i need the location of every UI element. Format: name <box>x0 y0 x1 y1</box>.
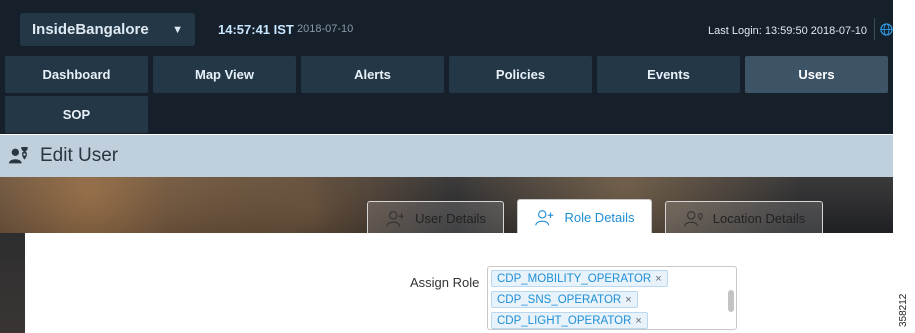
caret-down-icon: ▼ <box>172 23 183 36</box>
role-chip: CDP_LIGHT_OPERATOR × <box>491 312 648 329</box>
subtab-user-details[interactable]: User Details <box>367 201 504 235</box>
tab-map-view[interactable]: Map View <box>153 56 296 93</box>
tab-users[interactable]: Users <box>745 56 888 93</box>
divider <box>874 18 875 40</box>
role-chip-label: CDP_LIGHT_OPERATOR <box>497 314 632 327</box>
location-label: InsideBangalore <box>32 21 149 38</box>
figure-id: 358212 <box>898 293 909 327</box>
tab-policies[interactable]: Policies <box>449 56 592 93</box>
page-title: Edit User <box>40 145 119 166</box>
globe-icon[interactable] <box>880 23 893 36</box>
current-date: 2018-07-10 <box>297 23 354 35</box>
user-location-icon <box>8 147 28 164</box>
page-header: Edit User <box>0 135 893 177</box>
tab-sop[interactable]: SOP <box>5 96 148 133</box>
scrollbar[interactable] <box>728 290 734 312</box>
tab-alerts[interactable]: Alerts <box>301 56 444 93</box>
role-details-icon <box>535 209 554 225</box>
subtab-role-details[interactable]: Role Details <box>517 199 652 235</box>
role-chip-label: CDP_SNS_OPERATOR <box>497 293 622 306</box>
user-details-icon <box>386 210 405 226</box>
location-details-icon <box>684 210 703 226</box>
role-chip: CDP_SNS_OPERATOR × <box>491 291 638 308</box>
current-time: 14:57:41 IST <box>218 22 294 37</box>
remove-icon[interactable]: × <box>635 315 641 327</box>
tab-events[interactable]: Events <box>597 56 740 93</box>
last-login: Last Login: 13:59:50 2018-07-10 <box>708 25 868 37</box>
assign-role-label: Assign Role <box>410 275 480 290</box>
tab-dashboard[interactable]: Dashboard <box>5 56 148 93</box>
role-chip: CDP_MOBILITY_OPERATOR × <box>491 270 668 287</box>
subtab-label: Role Details <box>564 210 635 225</box>
top-bar: InsideBangalore ▼ 14:57:41 IST 2018-07-1… <box>0 0 893 134</box>
subtab-location-details[interactable]: Location Details <box>665 201 823 235</box>
background-edge <box>0 233 25 333</box>
remove-icon[interactable]: × <box>655 273 661 285</box>
subtab-label: Location Details <box>712 211 806 226</box>
subtab-label: User Details <box>415 211 486 226</box>
role-chip-label: CDP_MOBILITY_OPERATOR <box>497 272 652 285</box>
remove-icon[interactable]: × <box>625 294 631 306</box>
location-selector[interactable]: InsideBangalore ▼ <box>20 13 195 46</box>
assign-role-multiselect[interactable]: CDP_MOBILITY_OPERATOR × CDP_SNS_OPERATOR… <box>487 266 737 330</box>
